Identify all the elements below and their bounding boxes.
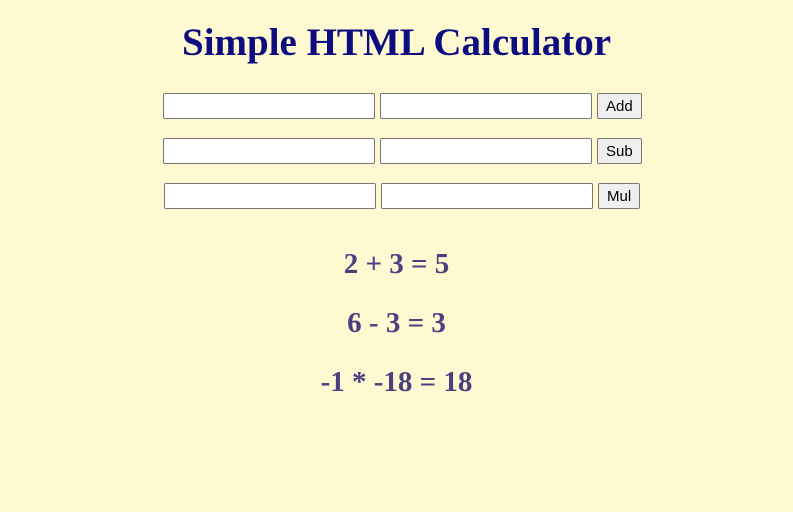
mul-operand-2-input[interactable] bbox=[381, 183, 593, 209]
sub-operand-1-input[interactable] bbox=[163, 138, 375, 164]
sub-operand-2-input[interactable] bbox=[380, 138, 592, 164]
mul-row: Mul bbox=[164, 182, 641, 210]
sub-result: 6 - 3 = 3 bbox=[347, 307, 446, 339]
add-button[interactable]: Add bbox=[597, 93, 642, 119]
sub-row: Sub bbox=[163, 137, 642, 165]
add-operand-2-input[interactable] bbox=[380, 93, 592, 119]
sub-button[interactable]: Sub bbox=[597, 138, 642, 164]
mul-operand-1-input[interactable] bbox=[164, 183, 376, 209]
add-operand-1-input[interactable] bbox=[163, 93, 375, 119]
mul-button[interactable]: Mul bbox=[598, 183, 641, 209]
mul-result: -1 * -18 = 18 bbox=[320, 366, 473, 398]
add-row: Add bbox=[163, 92, 642, 120]
add-result: 2 + 3 = 5 bbox=[343, 248, 450, 280]
page-title: Simple HTML Calculator bbox=[182, 21, 611, 64]
